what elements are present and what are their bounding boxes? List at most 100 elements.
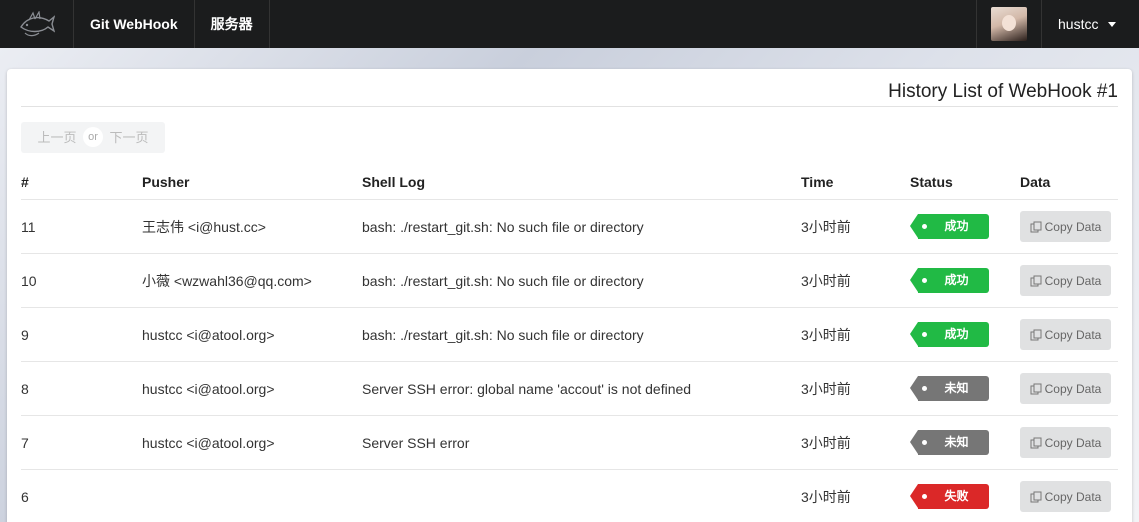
copy-icon xyxy=(1030,491,1042,502)
copy-icon xyxy=(1030,275,1042,286)
row-num: 9 xyxy=(21,326,29,343)
row-time: 3小时前 xyxy=(801,326,851,343)
header-data: Data xyxy=(1020,174,1051,190)
row-shell-log: Server SSH error xyxy=(362,434,470,451)
copy-data-label: Copy Data xyxy=(1044,435,1102,450)
header-pusher: Pusher xyxy=(142,174,190,190)
status-badge: 未知 xyxy=(910,376,989,401)
table-row: 11 王志伟 <i@hust.cc> bash: ./restart_git.s… xyxy=(21,200,1118,254)
status-badge-text: 成功 xyxy=(944,327,969,341)
row-status-cell: 成功 xyxy=(910,200,989,253)
copy-icon xyxy=(1030,221,1042,232)
copy-data-label: Copy Data xyxy=(1044,273,1102,288)
status-badge-text: 未知 xyxy=(944,435,969,449)
row-num: 6 xyxy=(21,488,29,505)
row-time: 3小时前 xyxy=(801,488,851,505)
row-pusher: 王志伟 <i@hust.cc> xyxy=(142,218,266,235)
row-time: 3小时前 xyxy=(801,272,851,289)
table-row: 7 hustcc <i@atool.org> Server SSH error … xyxy=(21,416,1118,470)
row-status-cell: 未知 xyxy=(910,416,989,469)
nav-item-git-webhook[interactable]: Git WebHook xyxy=(74,0,195,48)
row-pusher: hustcc <i@atool.org> xyxy=(142,326,275,343)
pager: 上一页 or 下一页 xyxy=(21,122,165,153)
badge-dot-icon xyxy=(922,494,927,499)
row-data-cell: Copy Data xyxy=(1020,416,1111,469)
copy-data-button[interactable]: Copy Data xyxy=(1020,427,1111,458)
row-pusher: hustcc <i@atool.org> xyxy=(142,434,275,451)
history-card: History List of WebHook #1 上一页 or 下一页 # … xyxy=(7,69,1132,522)
avatar-container[interactable] xyxy=(976,0,1042,48)
nav-item-servers[interactable]: 服务器 xyxy=(195,0,270,48)
copy-data-label: Copy Data xyxy=(1044,489,1102,504)
status-badge-text: 成功 xyxy=(944,219,969,233)
row-num: 10 xyxy=(21,272,37,289)
row-data-cell: Copy Data xyxy=(1020,470,1111,522)
row-pusher: 小薇 <wzwahl36@qq.com> xyxy=(142,272,312,289)
row-data-cell: Copy Data xyxy=(1020,362,1111,415)
status-badge-text: 失败 xyxy=(944,489,969,503)
copy-data-button[interactable]: Copy Data xyxy=(1020,373,1111,404)
copy-icon xyxy=(1030,383,1042,394)
badge-dot-icon xyxy=(922,278,927,283)
logo[interactable] xyxy=(0,0,74,48)
copy-icon xyxy=(1030,329,1042,340)
row-status-cell: 失败 xyxy=(910,470,989,522)
table-row: 10 小薇 <wzwahl36@qq.com> bash: ./restart_… xyxy=(21,254,1118,308)
row-num: 11 xyxy=(21,218,36,235)
username: hustcc xyxy=(1058,16,1099,32)
copy-data-label: Copy Data xyxy=(1044,381,1102,396)
user-menu[interactable]: hustcc xyxy=(1042,0,1139,48)
history-table: # Pusher Shell Log Time Status Data 11 王… xyxy=(21,165,1118,522)
table-header-row: # Pusher Shell Log Time Status Data xyxy=(21,165,1118,200)
page-title: History List of WebHook #1 xyxy=(888,81,1118,102)
row-status-cell: 成功 xyxy=(910,308,989,361)
pager-or-label: or xyxy=(83,127,103,147)
row-shell-log: bash: ./restart_git.sh: No such file or … xyxy=(362,218,644,235)
status-badge-text: 成功 xyxy=(944,273,969,287)
table-row: 6 3小时前 失败 Copy Data xyxy=(21,470,1118,522)
row-shell-log: bash: ./restart_git.sh: No such file or … xyxy=(362,326,644,343)
avatar[interactable] xyxy=(991,7,1027,41)
row-shell-log: Server SSH error: global name 'accout' i… xyxy=(362,380,692,397)
status-badge: 成功 xyxy=(910,214,989,239)
top-navbar: Git WebHook 服务器 hustcc xyxy=(0,0,1139,48)
row-pusher: hustcc <i@atool.org> xyxy=(142,380,275,397)
copy-data-button[interactable]: Copy Data xyxy=(1020,481,1111,512)
badge-dot-icon xyxy=(922,386,927,391)
header-shell-log: Shell Log xyxy=(362,174,425,190)
title-divider xyxy=(21,106,1118,107)
row-data-cell: Copy Data xyxy=(1020,200,1111,253)
next-page-button[interactable]: 下一页 xyxy=(93,122,165,153)
copy-data-label: Copy Data xyxy=(1044,327,1102,342)
copy-data-button[interactable]: Copy Data xyxy=(1020,319,1111,350)
navbar-spacer xyxy=(270,0,976,48)
badge-dot-icon xyxy=(922,224,927,229)
copy-data-button[interactable]: Copy Data xyxy=(1020,211,1111,242)
header-time: Time xyxy=(801,174,834,190)
row-shell-log: bash: ./restart_git.sh: No such file or … xyxy=(362,272,644,289)
badge-dot-icon xyxy=(922,332,927,337)
row-status-cell: 未知 xyxy=(910,362,989,415)
status-badge: 未知 xyxy=(910,430,989,455)
row-time: 3小时前 xyxy=(801,380,851,397)
row-data-cell: Copy Data xyxy=(1020,254,1111,307)
row-num: 8 xyxy=(21,380,29,397)
row-num: 7 xyxy=(21,434,29,451)
copy-data-label: Copy Data xyxy=(1044,219,1102,234)
status-badge: 成功 xyxy=(910,322,989,347)
row-data-cell: Copy Data xyxy=(1020,308,1111,361)
status-badge: 失败 xyxy=(910,484,989,509)
row-status-cell: 成功 xyxy=(910,254,989,307)
table-row: 8 hustcc <i@atool.org> Server SSH error:… xyxy=(21,362,1118,416)
status-badge-text: 未知 xyxy=(944,381,969,395)
table-row: 9 hustcc <i@atool.org> bash: ./restart_g… xyxy=(21,308,1118,362)
caret-down-icon xyxy=(1108,21,1117,27)
badge-dot-icon xyxy=(922,440,927,445)
fish-logo-icon xyxy=(19,11,55,37)
copy-data-button[interactable]: Copy Data xyxy=(1020,265,1111,296)
header-status: Status xyxy=(910,174,953,190)
row-time: 3小时前 xyxy=(801,434,851,451)
header-num: # xyxy=(21,174,29,190)
copy-icon xyxy=(1030,437,1042,448)
status-badge: 成功 xyxy=(910,268,989,293)
